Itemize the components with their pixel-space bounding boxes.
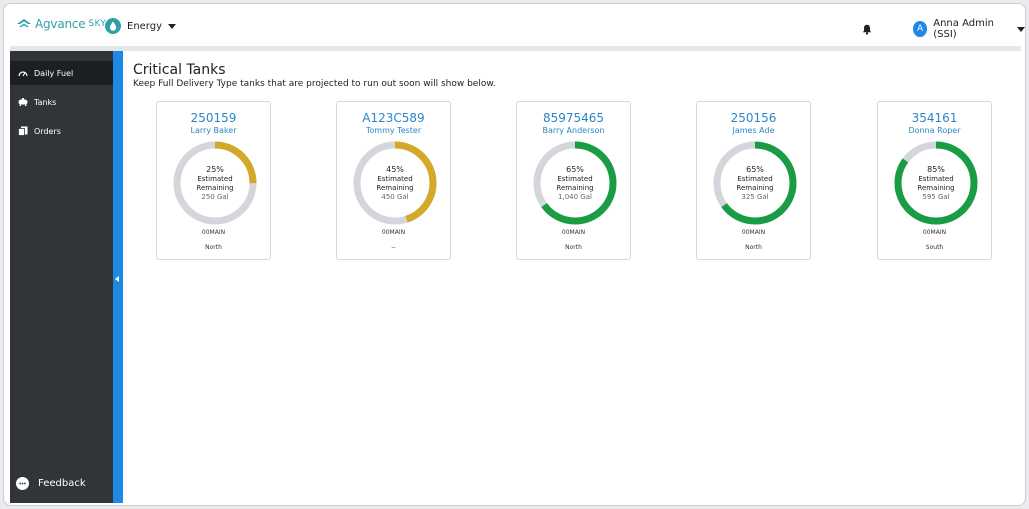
- estimated-label: Estimated: [918, 174, 954, 183]
- estimated-label: Estimated: [197, 174, 233, 183]
- gauge-text: 65% Estimated Remaining 1,040 Gal: [531, 139, 619, 227]
- gauge-text: 25% Estimated Remaining 250 Gal: [171, 139, 259, 227]
- user-name: Anna Admin (SSI): [933, 18, 994, 40]
- tank-region: North: [745, 244, 762, 251]
- estimated-label: Estimated: [377, 174, 413, 183]
- remaining-label: Remaining: [376, 183, 414, 192]
- customer-name-link[interactable]: Barry Anderson: [517, 126, 630, 135]
- fill-percent: 45%: [386, 164, 404, 174]
- customer-name-link[interactable]: James Ade: [697, 126, 810, 135]
- tank-region: South: [925, 244, 944, 251]
- chevron-left-icon: [115, 276, 119, 282]
- page-title: Critical Tanks: [133, 62, 226, 78]
- orders-icon: [18, 126, 28, 136]
- tank-card[interactable]: 85975465 Barry Anderson 65% Estimated Re…: [516, 101, 631, 260]
- gauge-text: 65% Estimated Remaining 325 Gal: [711, 139, 799, 227]
- main-content: Critical Tanks Keep Full Delivery Type t…: [123, 51, 1021, 503]
- sidebar-item-orders[interactable]: Orders: [10, 119, 113, 143]
- top-bar: Agvance SKY Energy A Anna Admin (SSI): [4, 4, 1025, 46]
- sidebar-collapse-toggle[interactable]: [113, 51, 123, 503]
- bell-icon[interactable]: [862, 20, 872, 39]
- tank-region: North: [205, 244, 222, 251]
- tank-region: --: [391, 244, 396, 251]
- sidebar-item-label: Tanks: [34, 97, 57, 107]
- tank-card[interactable]: 354161 Donna Roper 85% Estimated Remaini…: [877, 101, 992, 260]
- feedback-button[interactable]: Feedback: [16, 477, 86, 490]
- remaining-label: Remaining: [917, 183, 955, 192]
- feedback-label: Feedback: [38, 478, 86, 489]
- gauge-text: 85% Estimated Remaining 595 Gal: [892, 139, 980, 227]
- remaining-label: Remaining: [556, 183, 594, 192]
- sidebar-item-tanks[interactable]: Tanks: [10, 90, 113, 114]
- gauge-text: 45% Estimated Remaining 450 Gal: [351, 139, 439, 227]
- chat-bubble-icon: [16, 477, 29, 490]
- app-window: Agvance SKY Energy A Anna Admin (SSI) Da…: [3, 3, 1026, 506]
- gallons-remaining: 595 Gal: [922, 192, 950, 201]
- gallons-remaining: 1,040 Gal: [558, 192, 592, 201]
- sidebar: Daily Fuel Tanks Orders Feedback: [10, 51, 113, 503]
- logo-suffix: SKY: [88, 19, 107, 29]
- tank-region: North: [565, 244, 582, 251]
- tank-card[interactable]: 250159 Larry Baker 25% Estimated Remaini…: [156, 101, 271, 260]
- estimated-label: Estimated: [737, 174, 773, 183]
- tank-id-link[interactable]: 250159: [157, 111, 270, 125]
- estimated-label: Estimated: [557, 174, 593, 183]
- sidebar-item-label: Orders: [34, 126, 61, 136]
- tank-code: 00MAIN: [561, 229, 586, 236]
- drop-icon: [105, 18, 121, 34]
- page-subtitle: Keep Full Delivery Type tanks that are p…: [133, 79, 496, 89]
- customer-name-link[interactable]: Larry Baker: [157, 126, 270, 135]
- tank-id-link[interactable]: A123C589: [337, 111, 450, 125]
- tank-code: 00MAIN: [201, 229, 226, 236]
- tank-icon: [18, 97, 28, 107]
- tank-id-link[interactable]: 85975465: [517, 111, 630, 125]
- fill-percent: 25%: [206, 164, 224, 174]
- tank-card[interactable]: 250156 James Ade 65% Estimated Remaining…: [696, 101, 811, 260]
- tank-id-link[interactable]: 354161: [878, 111, 991, 125]
- customer-name-link[interactable]: Tommy Tester: [337, 126, 450, 135]
- fill-percent: 65%: [746, 164, 764, 174]
- tank-id-link[interactable]: 250156: [697, 111, 810, 125]
- gallons-remaining: 250 Gal: [201, 192, 229, 201]
- tank-code: 00MAIN: [922, 229, 947, 236]
- tank-card[interactable]: A123C589 Tommy Tester 45% Estimated Rema…: [336, 101, 451, 260]
- product-label: Energy: [127, 20, 163, 32]
- customer-name-link[interactable]: Donna Roper: [878, 126, 991, 135]
- gauge-icon: [18, 68, 28, 78]
- tank-code: 00MAIN: [381, 229, 406, 236]
- chevron-down-icon: [168, 23, 177, 29]
- sidebar-item-label: Daily Fuel: [34, 68, 74, 78]
- tank-code: 00MAIN: [741, 229, 766, 236]
- user-menu[interactable]: A Anna Admin (SSI): [913, 18, 1025, 40]
- logo-text: Agvance: [35, 17, 86, 31]
- avatar: A: [913, 21, 928, 37]
- product-switcher[interactable]: Energy: [105, 18, 177, 34]
- app-logo[interactable]: Agvance SKY: [16, 17, 106, 31]
- remaining-label: Remaining: [196, 183, 234, 192]
- sidebar-item-daily-fuel[interactable]: Daily Fuel: [10, 61, 113, 85]
- chevron-down-icon: [1017, 26, 1025, 32]
- fill-percent: 85%: [927, 164, 945, 174]
- gallons-remaining: 450 Gal: [381, 192, 409, 201]
- gallons-remaining: 325 Gal: [741, 192, 769, 201]
- logo-icon: [17, 19, 31, 27]
- fill-percent: 65%: [566, 164, 584, 174]
- remaining-label: Remaining: [736, 183, 774, 192]
